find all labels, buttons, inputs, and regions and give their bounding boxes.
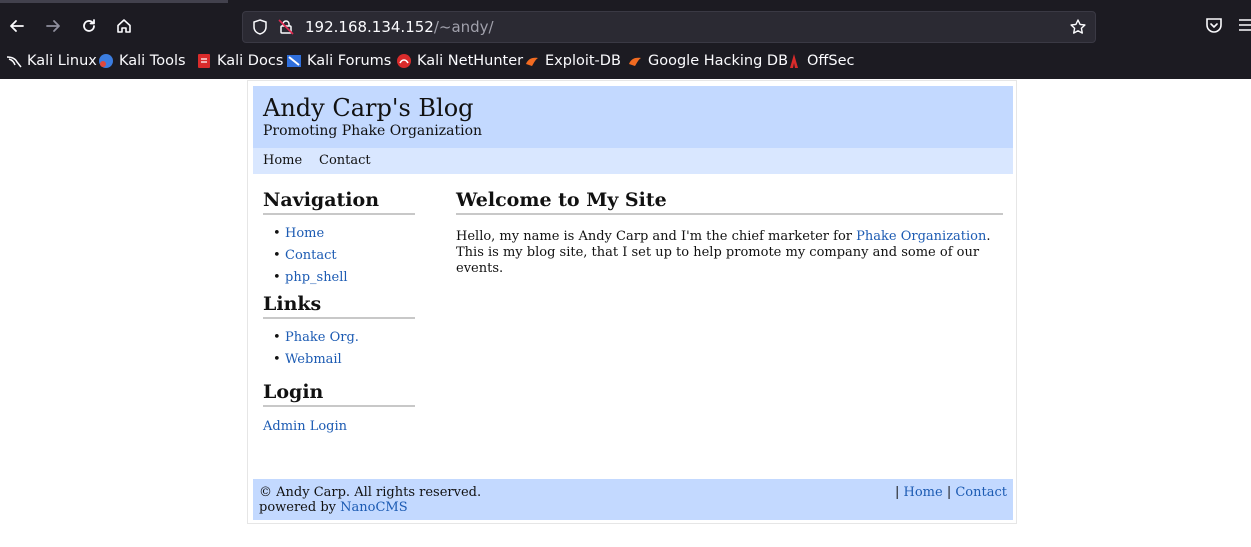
bookmark-kali-nethunter[interactable]: Kali NetHunter [396,53,523,69]
phake-organization-link[interactable]: Phake Organization [856,229,986,244]
footer-copyright: © Andy Carp. All rights reserved. [259,485,482,500]
navigation-heading: Navigation [263,189,415,215]
home-button[interactable] [112,14,136,38]
home-icon [117,19,131,33]
arrow-right-icon [46,20,60,32]
arrow-left-icon [10,20,24,32]
main-content: Welcome to My Site Hello, my name is And… [456,189,1003,277]
reload-button[interactable] [77,14,101,38]
bookmarks-toolbar: Kali Linux Kali Tools Kali Docs Kali For… [0,50,1251,76]
nav-home-link[interactable]: Home [285,226,324,241]
footer-separator: | [895,485,904,500]
footer-separator: | [942,485,956,500]
bookmark-kali-docs[interactable]: Kali Docs [196,53,283,69]
exploit-db-icon [526,57,538,66]
powered-prefix: powered by [259,500,341,515]
site-footer: © Andy Carp. All rights reserved. powere… [253,479,1013,520]
bookmark-label: Kali Linux [27,53,97,69]
bookmark-kali-forums[interactable]: Kali Forums [286,53,391,69]
site-title: Andy Carp's Blog [263,94,474,122]
forward-button[interactable] [41,14,65,38]
login-section: Admin Login [263,419,415,434]
links-list: Phake Org. Webmail [263,330,415,374]
navigation-toolbar: 192.168.134.152/~andy/ [0,8,1251,48]
blog-container: Andy Carp's Blog Promoting Phake Organiz… [247,80,1017,524]
nanocms-link[interactable]: NanoCMS [340,500,408,515]
nav-php-shell-link[interactable]: php_shell [285,270,348,285]
url-path: /~andy/ [433,18,494,36]
footer-links: | Home | Contact [895,485,1007,500]
intro-text: Hello, my name is Andy Carp and I'm the … [456,229,857,244]
url-text[interactable]: 192.168.134.152/~andy/ [305,18,494,36]
insecure-lock-icon[interactable] [277,18,295,36]
bookmark-label: Kali Tools [119,53,186,69]
bookmark-label: Kali NetHunter [417,53,524,69]
bookmark-label: Kali Forums [307,53,392,69]
admin-login-link[interactable]: Admin Login [263,419,347,434]
kali-docs-icon [198,54,210,68]
site-header: Andy Carp's Blog Promoting Phake Organiz… [253,86,1013,148]
bookmark-label: OffSec [807,53,855,69]
list-item: Home [263,226,415,248]
nav-contact-link[interactable]: Contact [285,248,337,263]
pocket-button[interactable] [1203,14,1225,36]
list-item: php_shell [263,270,415,292]
footer-powered-by: powered by NanoCMS [259,500,408,515]
webmail-link[interactable]: Webmail [285,352,342,367]
shield-icon[interactable] [251,18,269,36]
kali-dragon-icon [6,56,22,68]
url-bar[interactable]: 192.168.134.152/~andy/ [242,11,1096,43]
topnav-home-link[interactable]: Home [263,153,302,168]
bookmark-google-hacking-db[interactable]: Google Hacking DB [627,53,788,69]
page-viewport: Andy Carp's Blog Promoting Phake Organiz… [0,79,1251,547]
sidebar: Navigation Home Contact php_shell Links … [263,189,415,434]
links-heading: Links [263,293,415,319]
kali-tools-icon [99,54,113,68]
main-heading: Welcome to My Site [456,189,1003,215]
url-host: 192.168.134.152 [305,18,434,36]
bookmark-offsec[interactable]: OffSec [786,53,855,69]
top-navigation: Home Contact [253,148,1013,174]
topnav-contact-link[interactable]: Contact [319,153,371,168]
menu-button[interactable] [1236,14,1251,36]
bookmark-kali-linux[interactable]: Kali Linux [6,53,97,69]
pocket-icon [1206,18,1222,33]
bookmark-label: Google Hacking DB [648,53,789,69]
site-subtitle: Promoting Phake Organization [263,123,483,139]
bookmark-label: Kali Docs [217,53,284,69]
ghdb-icon [629,57,641,66]
kali-nethunter-icon [397,54,411,68]
footer-contact-link[interactable]: Contact [955,485,1007,500]
tab-strip [0,0,228,3]
bookmark-exploit-db[interactable]: Exploit-DB [524,53,621,69]
bookmark-kali-tools[interactable]: Kali Tools [98,53,186,69]
navigation-list: Home Contact php_shell [263,226,415,292]
bookmark-star-icon[interactable] [1069,18,1087,36]
phake-org-link[interactable]: Phake Org. [285,330,359,345]
login-heading: Login [263,381,415,407]
offsec-icon [790,54,798,68]
kali-forums-icon [287,55,301,67]
browser-chrome: 192.168.134.152/~andy/ Kali Linux Kali T… [0,0,1251,79]
bookmark-label: Exploit-DB [545,53,621,69]
main-paragraph: Hello, my name is Andy Carp and I'm the … [456,229,1003,277]
footer-home-link[interactable]: Home [904,485,943,500]
list-item: Phake Org. [263,330,415,352]
hamburger-menu-icon [1239,19,1251,31]
reload-icon [83,19,95,32]
list-item: Webmail [263,352,415,374]
list-item: Contact [263,248,415,270]
back-button[interactable] [5,14,29,38]
